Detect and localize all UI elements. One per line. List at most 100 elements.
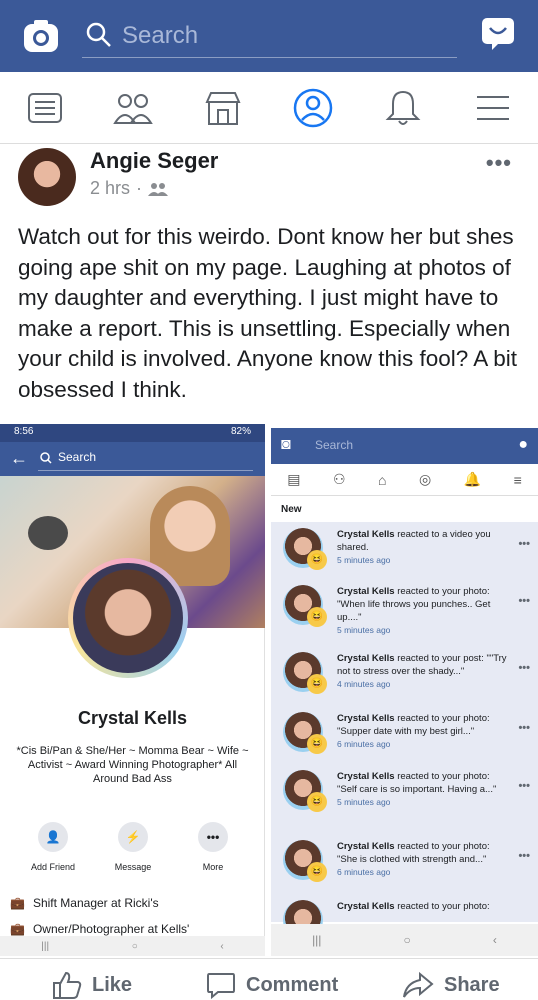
author-name[interactable]: Angie Seger xyxy=(90,148,218,174)
notif-time: 6 minutes ago xyxy=(337,867,391,877)
back-arrow-icon: ← xyxy=(10,448,28,468)
more-action: ••• More xyxy=(178,822,248,872)
profile-search-placeholder: Search xyxy=(58,450,97,464)
notif-more-icon: ••• xyxy=(518,780,530,792)
message-action: ⚡ Message xyxy=(98,822,168,872)
search-field[interactable]: Search xyxy=(82,14,457,58)
list-item: 😆 Crystal Kells reacted to your photo: "… xyxy=(271,764,538,821)
notif-time: 6 minutes ago xyxy=(337,739,391,749)
more-options-icon[interactable]: ••• xyxy=(486,150,512,176)
share-icon xyxy=(403,971,434,998)
marketplace-icon[interactable] xyxy=(203,88,243,128)
comment-label: Comment xyxy=(246,973,339,996)
notif-search-placeholder: Search xyxy=(315,438,354,452)
notif-nav-bar: ▤ ⚇ ⌂ ◎ 🔔 ≡ xyxy=(271,464,538,496)
profile-search-field: Search xyxy=(38,447,253,471)
thumbs-up-icon xyxy=(53,971,82,999)
owner-info: 💼 Owner/Photographer at Kells' xyxy=(10,922,189,936)
menu-icon[interactable] xyxy=(473,88,513,128)
nav-bar xyxy=(0,72,538,144)
work-info: 💼 Shift Manager at Ricki's xyxy=(10,896,159,910)
notif-name: Crystal Kells xyxy=(337,529,395,540)
share-label: Share xyxy=(444,973,500,996)
post-meta: 2 hrs · xyxy=(90,178,169,199)
notif-more-icon: ••• xyxy=(518,595,530,607)
list-item: 😆 Crystal Kells reacted to your photo: "… xyxy=(271,706,538,763)
notifications-screenshot: ◙ Search ● ▤ ⚇ ⌂ ◎ 🔔 ≡ New 😆 Crystal Kel… xyxy=(271,424,538,956)
message-label: Message xyxy=(114,862,152,872)
share-button[interactable]: Share xyxy=(402,971,500,999)
bell-icon: 🔔 xyxy=(463,471,482,487)
haha-reaction-icon: 😆 xyxy=(307,674,327,694)
post-header: Angie Seger 2 hrs · ••• xyxy=(0,144,538,210)
notif-more-icon: ••• xyxy=(518,662,530,674)
new-label: New xyxy=(281,504,302,515)
notif-time: 4 minutes ago xyxy=(337,679,391,689)
friends-icon: ⚇ xyxy=(332,471,346,487)
top-bar: Search xyxy=(0,0,538,72)
add-friend-label: Add Friend xyxy=(30,862,76,872)
list-item: 😆 Crystal Kells reacted to a video you s… xyxy=(271,522,538,579)
haha-reaction-icon: 😆 xyxy=(307,734,327,754)
messenger-icon[interactable] xyxy=(480,16,516,52)
haha-reaction-icon: 😆 xyxy=(307,862,327,882)
notif-time: 5 minutes ago xyxy=(337,625,391,635)
search-placeholder: Search xyxy=(122,22,199,49)
like-button[interactable]: Like xyxy=(52,971,132,999)
status-battery: 82% xyxy=(230,426,251,437)
news-feed-icon[interactable] xyxy=(25,88,65,128)
notif-more-icon: ••• xyxy=(518,850,530,862)
notif-more-icon: ••• xyxy=(518,538,530,550)
notif-name: Crystal Kells xyxy=(337,653,395,664)
profile-icon[interactable] xyxy=(293,88,333,128)
post-time[interactable]: 2 hrs xyxy=(90,178,130,199)
profile-screenshot: 8:56 82% ← Search Crystal Kells *Cis Bi/… xyxy=(0,424,265,956)
add-friend-action: 👤 Add Friend xyxy=(18,822,88,872)
camera-icon[interactable] xyxy=(22,18,60,54)
camera-icon: ◙ xyxy=(281,436,291,453)
messenger-icon: ● xyxy=(518,436,528,453)
notif-time: 5 minutes ago xyxy=(337,797,391,807)
like-label: Like xyxy=(92,973,133,996)
phone-nav-bar: ||| ○ ‹ xyxy=(0,936,265,956)
notifications-icon[interactable] xyxy=(383,88,423,128)
notifications-list: 😆 Crystal Kells reacted to a video you s… xyxy=(271,522,538,940)
haha-reaction-icon: 😆 xyxy=(307,607,327,627)
status-time: 8:56 xyxy=(14,426,34,437)
work-text: Shift Manager at Ricki's xyxy=(32,896,159,910)
notif-name: Crystal Kells xyxy=(337,586,395,597)
friends-icon[interactable] xyxy=(113,88,153,128)
notif-time: 5 minutes ago xyxy=(337,555,391,565)
list-item: 😆 Crystal Kells reacted to your photo: "… xyxy=(271,579,538,636)
list-item: 😆 Crystal Kells reacted to your post: ""… xyxy=(271,646,538,703)
notif-name: Crystal Kells xyxy=(337,713,395,724)
notif-text: reacted to your photo: xyxy=(397,901,490,912)
search-icon xyxy=(40,452,52,464)
notif-more-icon: ••• xyxy=(518,722,530,734)
notif-name: Crystal Kells xyxy=(337,841,395,852)
notif-name: Crystal Kells xyxy=(337,771,395,782)
post-action-bar: Like Comment Share xyxy=(0,958,538,1000)
briefcase-icon: 💼 xyxy=(10,896,25,910)
profile-icon: ◎ xyxy=(418,471,432,487)
comment-button[interactable]: Comment xyxy=(206,971,338,999)
news-feed-icon: ▤ xyxy=(287,471,301,487)
author-avatar[interactable] xyxy=(18,148,76,206)
menu-icon: ≡ xyxy=(513,471,522,488)
notif-name: Crystal Kells xyxy=(337,901,395,912)
more-dots-icon: ••• xyxy=(198,822,228,852)
separator-dot: · xyxy=(136,178,143,198)
post-text: Watch out for this weirdo. Dont know her… xyxy=(18,224,518,402)
marketplace-icon: ⌂ xyxy=(378,471,387,488)
profile-search-bar: ← Search xyxy=(0,442,265,476)
briefcase-icon: 💼 xyxy=(10,922,25,936)
haha-reaction-icon: 😆 xyxy=(307,550,327,570)
more-label: More xyxy=(202,862,224,872)
phone-nav-bar: ||| ○ ‹ xyxy=(271,924,538,956)
search-icon xyxy=(86,22,111,47)
friends-audience-icon[interactable] xyxy=(148,182,169,196)
notif-search-bar: ◙ Search ● xyxy=(271,428,538,464)
profile-picture xyxy=(68,558,188,678)
profile-name: Crystal Kells xyxy=(77,708,188,728)
post-image[interactable]: 8:56 82% ← Search Crystal Kells *Cis Bi/… xyxy=(0,424,538,956)
